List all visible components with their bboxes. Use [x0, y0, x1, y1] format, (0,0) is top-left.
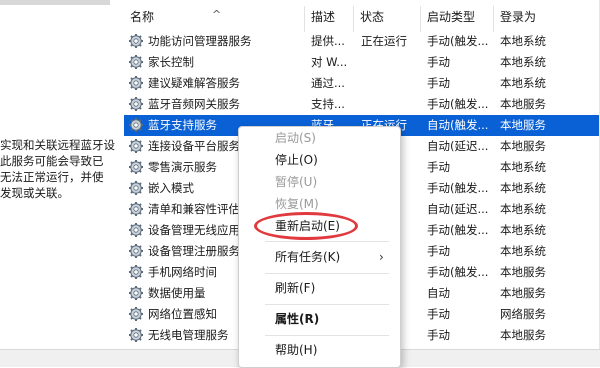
menu-item-stop[interactable]: 停止(O)	[239, 149, 400, 171]
service-gear-icon	[128, 327, 144, 343]
service-startup-type-cell: 手动	[427, 307, 450, 321]
service-logon-cell: 本地系统	[500, 244, 546, 258]
menu-item-pause[interactable]: 暂停(U)	[239, 171, 400, 193]
service-startup-type-cell: 自动(延迟...	[427, 202, 489, 216]
service-startup-type-cell: 手动(触发...	[427, 265, 489, 279]
service-name-cell: 家长控制	[148, 55, 194, 69]
menu-item-refresh[interactable]: 刷新(F)	[239, 277, 400, 299]
menu-item-properties[interactable]: 属性(R)	[239, 308, 400, 330]
description-line: 此服务可能会导致已	[0, 154, 104, 168]
service-status-cell	[361, 52, 421, 73]
menu-separator	[265, 241, 389, 242]
menu-item-start[interactable]: 启动(S)	[239, 127, 400, 149]
service-startup-type-cell: 手动	[427, 328, 450, 342]
service-name-cell: 功能访问管理器服务	[148, 34, 252, 48]
service-startup-type-cell: 手动(触发...	[427, 223, 489, 237]
menu-item-label: 属性(R)	[275, 312, 320, 326]
service-logon-cell: 本地服务	[500, 286, 546, 300]
menu-item-label: 刷新(F)	[275, 281, 316, 295]
service-gear-icon	[128, 54, 144, 70]
service-gear-icon	[128, 285, 144, 301]
service-logon-cell: 本地服务	[500, 265, 546, 279]
service-startup-type-cell: 手动	[427, 244, 450, 258]
menu-item-label: 暂停(U)	[275, 175, 318, 189]
service-gear-icon	[128, 75, 144, 91]
column-header-logon-as[interactable]: 登录为	[494, 0, 600, 32]
service-gear-icon	[128, 117, 144, 133]
service-status-cell	[361, 94, 421, 115]
service-startup-type-cell: 自动	[427, 286, 450, 300]
service-name-cell: 建议疑难解答服务	[148, 76, 240, 90]
table-row[interactable]: 功能访问管理器服务 提供... 正在运行 手动(触发... 本地系统	[124, 31, 600, 52]
menu-item-label: 启动(S)	[275, 131, 316, 145]
menu-item-label: 帮助(H)	[275, 343, 318, 357]
service-logon-cell: 本地系统	[500, 160, 546, 174]
menu-item-label: 停止(O)	[275, 153, 318, 167]
annotation-highlight-ellipse	[254, 212, 358, 240]
column-header-desc[interactable]: 描述	[305, 0, 353, 32]
service-gear-icon	[128, 33, 144, 49]
service-logon-cell: 本地系统	[500, 76, 546, 90]
context-menu: 启动(S) 停止(O) 暂停(U) 恢复(M) 重新启动(E) 所有任务(K) …	[238, 126, 401, 368]
table-row[interactable]: 蓝牙音频网关服务 支持... 手动(触发... 本地服务	[124, 94, 600, 115]
service-logon-cell: 本地系统	[500, 55, 546, 69]
description-line: 发现或关联。	[0, 186, 69, 200]
service-startup-type-cell: 手动(触发...	[427, 34, 489, 48]
service-logon-cell: 本地系统	[500, 202, 546, 216]
table-row[interactable]: 建议疑难解答服务 通过... 手动 本地系统	[124, 73, 600, 94]
sort-ascending-icon: ^	[212, 8, 222, 21]
description-line: 无法正常运行，并使	[0, 170, 104, 184]
service-startup-type-cell: 手动	[427, 76, 450, 90]
column-header-status[interactable]: 状态	[354, 0, 420, 32]
service-gear-icon	[128, 306, 144, 322]
service-desc-cell: 提供...	[311, 34, 345, 48]
chevron-right-icon: ›	[379, 250, 384, 264]
service-gear-icon	[128, 96, 144, 112]
service-gear-icon	[128, 243, 144, 259]
service-logon-cell: 本地系统	[500, 181, 546, 195]
service-gear-icon	[128, 201, 144, 217]
service-desc-cell: 通过...	[311, 76, 345, 90]
service-logon-cell: 本地服务	[500, 118, 546, 132]
column-header-name-label: 名称	[130, 10, 155, 24]
menu-separator	[265, 273, 389, 274]
service-gear-icon	[128, 180, 144, 196]
service-logon-cell: 本地服务	[500, 328, 546, 342]
service-logon-cell: 本地服务	[500, 97, 546, 111]
list-header: 名称 ^ 描述 状态 启动类型 登录为	[124, 0, 600, 32]
service-startup-type-cell: 手动	[427, 160, 450, 174]
menu-separator	[265, 335, 389, 336]
service-logon-cell: 本地系统	[500, 223, 546, 237]
column-header-name[interactable]: 名称 ^	[124, 0, 304, 32]
service-desc-cell: 支持...	[311, 97, 345, 111]
service-gear-icon	[128, 138, 144, 154]
service-startup-type-cell: 自动(触发...	[427, 118, 489, 132]
service-startup-type-cell: 手动(触发...	[427, 181, 489, 195]
service-name-cell: 蓝牙音频网关服务	[148, 97, 240, 111]
column-header-startup-type[interactable]: 启动类型	[421, 0, 493, 32]
menu-item-all-tasks[interactable]: 所有任务(K) ›	[239, 246, 400, 268]
service-gear-icon	[128, 159, 144, 175]
service-description-pane: 实现和关联远程蓝牙设 此服务可能会导致已 无法正常运行，并使 发现或关联。	[0, 0, 124, 350]
left-pane-scroll-strip	[0, 0, 110, 5]
service-logon-cell: 本地系统	[500, 34, 546, 48]
table-row[interactable]: 家长控制 对 W... 手动 本地系统	[124, 52, 600, 73]
menu-item-help[interactable]: 帮助(H)	[239, 339, 400, 361]
service-logon-cell: 网络服务	[500, 307, 546, 321]
service-gear-icon	[128, 222, 144, 238]
service-status-cell: 正在运行	[361, 34, 407, 48]
service-startup-type-cell: 手动	[427, 55, 450, 69]
service-startup-type-cell: 手动(触发...	[427, 97, 489, 111]
service-desc-cell: 对 W...	[311, 55, 348, 69]
service-startup-type-cell: 自动(延迟...	[427, 139, 489, 153]
service-gear-icon	[128, 264, 144, 280]
menu-item-label: 所有任务(K)	[275, 250, 341, 264]
description-line: 实现和关联远程蓝牙设	[0, 138, 115, 152]
menu-separator	[265, 304, 389, 305]
service-status-cell	[361, 73, 421, 94]
service-logon-cell: 本地服务	[500, 139, 546, 153]
